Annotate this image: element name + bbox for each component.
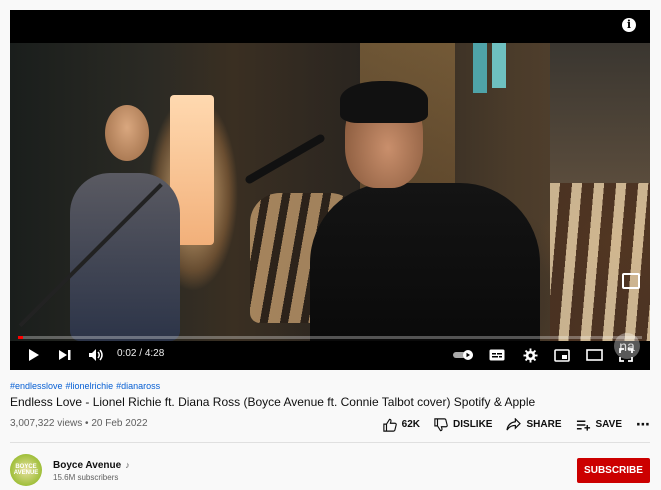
player-controls: 0:02 / 4:28	[10, 341, 650, 370]
divider	[10, 442, 650, 443]
playlist-add-icon	[576, 420, 590, 431]
video-title: Endless Love - Lionel Richie ft. Diana R…	[10, 395, 536, 409]
play-button[interactable]	[26, 346, 42, 364]
video-meta-row: 3,007,322 views • 20 Feb 2022 62K DISLIK…	[10, 416, 650, 433]
hashtag-link[interactable]: #endlesslove	[10, 381, 63, 391]
like-button[interactable]: 62K	[382, 418, 421, 432]
hashtag-link[interactable]: #dianaross	[116, 381, 160, 391]
settings-icon	[522, 347, 538, 363]
subtitles-button[interactable]	[488, 346, 506, 364]
pip-icon[interactable]	[622, 273, 640, 289]
video-player[interactable]: na i 0:02 / 4:28	[10, 10, 650, 370]
channel-name-row: Boyce Avenue ♪	[53, 460, 130, 471]
channel-avatar[interactable]: BOYCE AVENUE	[10, 454, 42, 486]
subscriber-count: 15.6M subscribers	[53, 473, 119, 482]
progress-bar-fill	[18, 336, 23, 339]
autoplay-toggle-icon	[453, 350, 473, 360]
fullscreen-button[interactable]	[617, 346, 635, 364]
microphone	[244, 133, 326, 185]
upload-date: 20 Feb 2022	[91, 418, 148, 429]
hashtag-link[interactable]: #lionelrichie	[66, 381, 114, 391]
background-scarf	[473, 43, 487, 93]
performer-male-hair	[340, 81, 428, 123]
channel-name[interactable]: Boyce Avenue	[53, 460, 121, 471]
volume-button[interactable]	[88, 346, 104, 364]
theater-mode-icon	[585, 349, 603, 361]
guitar-rack-right	[550, 183, 650, 341]
time-separator: /	[136, 348, 145, 359]
subscribe-button[interactable]: SUBSCRIBE	[577, 458, 650, 483]
info-icon[interactable]: i	[622, 18, 636, 32]
share-label: SHARE	[526, 419, 562, 430]
share-button[interactable]: SHARE	[506, 418, 562, 431]
performer-female-head	[105, 105, 149, 161]
time-total: 4:28	[144, 348, 165, 359]
subtitles-icon	[489, 349, 505, 361]
theater-mode-button[interactable]	[585, 346, 603, 364]
background-wall	[550, 43, 650, 183]
more-icon: ⋯	[636, 416, 650, 432]
hashtags: #endlesslove #lionelrichie #dianaross	[10, 381, 650, 391]
like-count: 62K	[401, 419, 421, 430]
thumbs-up-icon	[382, 418, 397, 432]
settings-button[interactable]	[521, 346, 539, 364]
share-icon	[506, 418, 522, 431]
progress-bar[interactable]	[18, 336, 642, 339]
time-current: 0:02	[117, 348, 137, 359]
fullscreen-icon	[619, 348, 633, 362]
dislike-label: DISLIKE	[453, 419, 493, 430]
view-count: 3,007,322 views	[10, 418, 83, 429]
next-icon	[59, 350, 71, 360]
volume-icon	[89, 349, 103, 361]
miniplayer-button[interactable]	[553, 346, 571, 364]
thumbs-down-icon	[434, 417, 448, 431]
miniplayer-icon	[554, 348, 570, 362]
autoplay-toggle[interactable]	[452, 346, 476, 364]
video-frame[interactable]: na	[10, 43, 650, 359]
music-note-icon: ♪	[125, 460, 130, 470]
performer-male	[310, 183, 540, 341]
save-label: SAVE	[595, 419, 623, 430]
dislike-button[interactable]: DISLIKE	[434, 417, 493, 432]
next-button[interactable]	[57, 346, 73, 364]
view-count-date: 3,007,322 views • 20 Feb 2022	[10, 418, 148, 429]
save-button[interactable]: SAVE	[576, 419, 623, 431]
play-icon	[29, 349, 39, 361]
video-info: #endlesslove #lionelrichie #dianaross Endl…	[10, 381, 650, 409]
action-bar: 62K DISLIKE SHARE SAVE ⋯	[369, 416, 650, 433]
time-display: 0:02 / 4:28	[117, 348, 164, 359]
background-scarf	[492, 43, 506, 88]
meta-separator: •	[82, 418, 92, 429]
more-actions-button[interactable]: ⋯	[636, 416, 650, 433]
